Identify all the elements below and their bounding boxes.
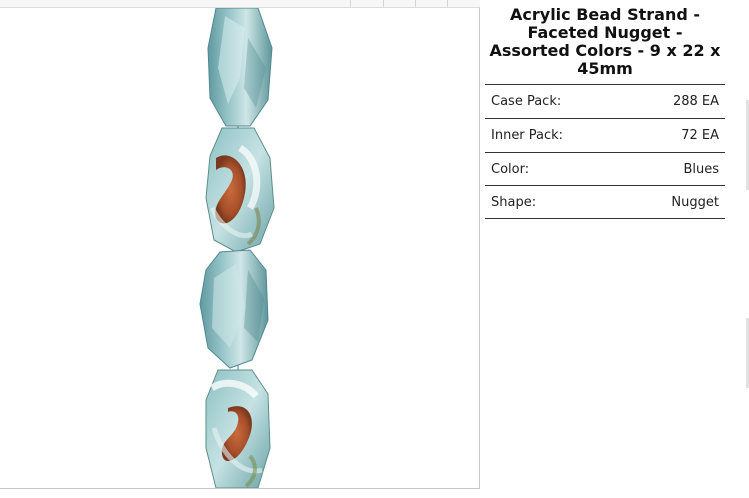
bead [199,249,269,369]
spec-value: Nugget [625,185,725,219]
spec-value: 288 EA [625,85,725,119]
strip-divider [383,0,384,7]
product-image[interactable] [0,8,479,488]
spec-label: Inner Pack: [485,118,626,153]
product-details: Acrylic Bead Strand - Faceted Nugget - A… [485,6,725,219]
spec-row-inner-pack: Inner Pack: 72 EA [485,118,725,153]
bead [205,369,271,488]
product-title: Acrylic Bead Strand - Faceted Nugget - A… [485,6,725,85]
spec-label: Color: [485,152,626,186]
strip-divider [447,0,448,7]
spec-table: Case Pack: 288 EA Inner Pack: 72 EA Colo… [485,85,725,219]
bead [207,8,273,127]
spec-row-case-pack: Case Pack: 288 EA [485,85,725,119]
spec-value: Blues [625,152,725,186]
spec-value: 72 EA [625,118,725,153]
bead [205,127,275,253]
strip-divider [415,0,416,7]
top-strip [0,0,480,7]
spec-label: Case Pack: [485,85,626,119]
spec-row-shape: Shape: Nugget [485,185,725,219]
spec-row-color: Color: Blues [485,152,725,186]
product-page: Acrylic Bead Strand - Faceted Nugget - A… [0,0,749,498]
spec-label: Shape: [485,185,626,219]
strip-divider [350,0,351,7]
product-image-panel[interactable] [0,7,480,489]
